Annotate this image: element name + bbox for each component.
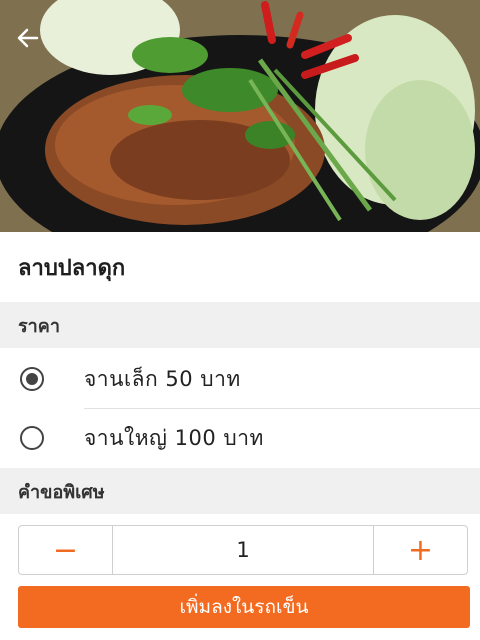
- price-option-small[interactable]: จานเล็ก 50 บาท: [0, 350, 480, 408]
- quantity-value: 1: [236, 538, 250, 562]
- dish-title: ลาบปลาดุก: [18, 256, 126, 281]
- arrow-left-icon: [17, 28, 39, 48]
- dish-photo-illustration: [0, 0, 480, 232]
- increase-quantity-button[interactable]: +: [373, 526, 467, 574]
- quantity-stepper: − 1 +: [18, 525, 468, 575]
- price-option-large[interactable]: จานใหญ่ 100 บาท: [0, 409, 480, 467]
- special-request-header: คำขอพิเศษ: [0, 468, 480, 514]
- back-button[interactable]: [10, 20, 46, 56]
- radio-selected-icon[interactable]: [20, 367, 44, 391]
- price-section-header: ราคา: [0, 302, 480, 348]
- decrease-quantity-button[interactable]: −: [19, 526, 113, 574]
- radio-unselected-icon[interactable]: [20, 426, 44, 450]
- dish-photo: [0, 0, 480, 232]
- add-to-cart-button[interactable]: เพิ่มลงในรถเข็น: [18, 586, 470, 628]
- price-option-label: จานใหญ่ 100 บาท: [84, 425, 264, 450]
- price-option-label: จานเล็ก 50 บาท: [84, 366, 241, 391]
